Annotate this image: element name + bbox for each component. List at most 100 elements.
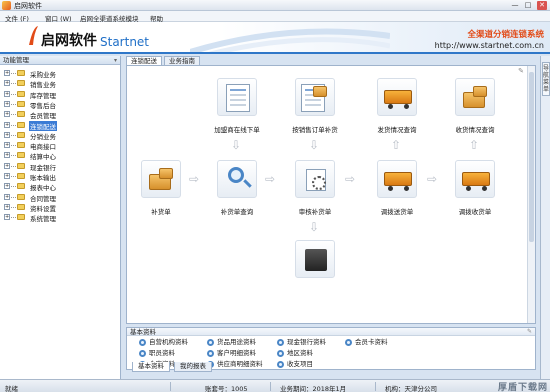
window-title: 启网软件: [14, 2, 42, 10]
link-label: 收支项目: [287, 360, 313, 368]
expand-icon[interactable]: +: [4, 70, 10, 76]
node-bottom[interactable]: [295, 240, 335, 280]
link-own-org[interactable]: 自营机构资料: [139, 338, 188, 347]
arrow-down-icon: ⇩: [231, 138, 242, 152]
expand-icon[interactable]: +: [4, 131, 10, 138]
function-tree-panel: 功能管理 ▾ + 采购业务 + 销售业务 + 库存管理 + 零售后台 + 会员管理 + 连锁配送 + 分销…: [0, 56, 121, 379]
tab-basic-info[interactable]: 基本资料: [132, 362, 170, 372]
box-icon: [473, 86, 487, 97]
folder-icon: [17, 193, 25, 200]
node-box: [455, 78, 495, 116]
sidebar-item[interactable]: + 资料设置: [0, 202, 120, 213]
expand-icon[interactable]: +: [4, 193, 10, 200]
node-box: [455, 160, 495, 198]
banner-swoosh: [190, 28, 390, 52]
folder-icon: [17, 173, 25, 179]
sidebar-item[interactable]: + 库存管理: [0, 89, 120, 100]
expand-icon[interactable]: +: [4, 173, 10, 179]
close-button[interactable]: ✕: [537, 1, 547, 10]
tree-connector: [11, 124, 16, 126]
expand-icon[interactable]: +: [4, 111, 10, 118]
expand-icon[interactable]: +: [4, 203, 10, 210]
link-supplier-detail[interactable]: 供应商明细资料: [207, 360, 263, 369]
node-transfer-receipt[interactable]: 调拨收货单: [455, 160, 495, 216]
logo-text: 启网软件: [41, 33, 97, 49]
link-label: 现金银行资料: [287, 338, 326, 346]
sidebar-item[interactable]: + 会员管理: [0, 109, 120, 120]
folder-icon: [17, 131, 25, 138]
sidebar-item[interactable]: + 销售业务: [0, 78, 120, 89]
node-label: 审核补货单: [298, 208, 332, 216]
website-url: http://www.startnet.com.cn: [434, 41, 544, 50]
arrow-right-icon: ⇨: [189, 172, 200, 186]
maximize-button[interactable]: □: [523, 1, 533, 10]
tree-connector: [11, 93, 16, 95]
arrow-up-icon: ⇧: [391, 138, 402, 152]
expand-icon[interactable]: +: [4, 80, 10, 87]
link-customer-detail[interactable]: 客户明细资料: [207, 349, 256, 358]
expand-icon[interactable]: +: [4, 121, 10, 128]
sidebar-item[interactable]: + 零售后台: [0, 99, 120, 110]
link-member-card[interactable]: 会员卡资料: [345, 338, 388, 347]
sidebar-item[interactable]: + 电商接口: [0, 140, 120, 151]
node-replenish-order[interactable]: 补货单: [141, 160, 181, 216]
node-franchise-order[interactable]: 加盟商在线下单: [214, 78, 260, 134]
sidebar-item[interactable]: + 报表中心: [0, 181, 120, 192]
edit-icon[interactable]: ✎: [518, 67, 524, 75]
sidebar-item[interactable]: + 连锁配送: [0, 120, 120, 131]
pin-icon[interactable]: ▾: [114, 56, 117, 65]
tab-my-reports[interactable]: 我的报表: [174, 362, 212, 372]
link-label: 货品用途资料: [217, 338, 256, 346]
link-icon: [277, 349, 284, 357]
tree-connector: [11, 103, 16, 105]
expand-icon[interactable]: +: [4, 183, 10, 190]
minimize-button[interactable]: —: [510, 1, 520, 10]
status-bar: 就绪 账套号：1005 业务期间：2018年1月 机构：天津分公司 厚盾下载网: [0, 379, 550, 392]
sidebar-item[interactable]: + 结算中心: [0, 150, 120, 161]
tree-connector: [11, 196, 16, 198]
expand-icon[interactable]: +: [4, 214, 10, 221]
tree-connector: [11, 73, 16, 74]
edit-icon[interactable]: ✎: [527, 328, 532, 336]
expand-icon[interactable]: +: [4, 142, 10, 149]
node-box: [295, 78, 335, 116]
sidebar-item[interactable]: + 分销业务: [0, 130, 120, 141]
node-transfer-delivery[interactable]: 调拨送货单: [377, 160, 417, 216]
node-sales-replenish[interactable]: 按销售订单补货: [292, 78, 338, 134]
nav-menu-toggle[interactable]: 导航菜单: [542, 62, 550, 96]
sidebar-item[interactable]: + 账本输出: [0, 171, 120, 182]
node-shipping-query[interactable]: 发货情况查询: [377, 78, 417, 134]
sidebar-item[interactable]: + 合同管理: [0, 192, 120, 203]
sidebar-item[interactable]: + 现金银行: [0, 161, 120, 172]
tab-chain-distribution[interactable]: 连锁配送: [126, 56, 162, 65]
folder-icon: [17, 142, 25, 149]
tree-connector: [11, 186, 16, 188]
box-icon: [159, 168, 173, 179]
sidebar-item[interactable]: + 采购业务: [0, 68, 120, 79]
scrollbar-thumb[interactable]: [529, 72, 534, 242]
link-goods-usage[interactable]: 货品用途资料: [207, 338, 256, 347]
status-period: 业务期间：2018年1月: [280, 385, 347, 392]
node-label: 调拨收货单: [458, 208, 492, 216]
folder-icon: [17, 214, 25, 221]
node-receiving-query[interactable]: 收货情况查询: [455, 78, 495, 134]
link-region[interactable]: 地区资料: [277, 349, 313, 358]
expand-icon[interactable]: +: [4, 90, 10, 97]
link-cash-bank[interactable]: 现金银行资料: [277, 338, 326, 347]
vertical-scrollbar[interactable]: [527, 66, 535, 323]
tab-business-guide[interactable]: 业务指南: [164, 56, 200, 65]
node-box: [377, 160, 417, 198]
sidebar-item[interactable]: + 系统管理: [0, 212, 120, 223]
link-icon: [207, 338, 214, 346]
expand-icon[interactable]: +: [4, 152, 10, 159]
expand-icon[interactable]: +: [4, 100, 10, 107]
node-replenish-query[interactable]: 补货单查询: [217, 160, 257, 216]
link-icon: [277, 338, 284, 346]
expand-icon[interactable]: +: [4, 162, 10, 169]
truck-icon: [384, 90, 412, 109]
link-income-expense[interactable]: 收支项目: [277, 360, 313, 369]
node-audit-replenish[interactable]: 审核补货单: [295, 160, 335, 216]
arrow-up-icon: ⇧: [469, 138, 480, 152]
link-staff[interactable]: 职员资料: [139, 349, 175, 358]
tree-connector: [11, 176, 16, 177]
